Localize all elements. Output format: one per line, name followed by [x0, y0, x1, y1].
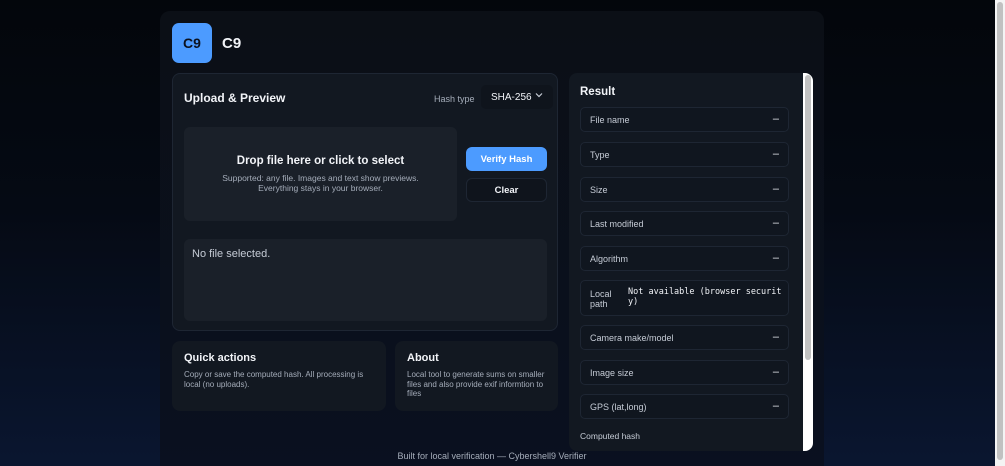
preview-status-text: No file selected. [192, 248, 271, 260]
hash-type-label: Hash type [434, 94, 475, 104]
clear-button[interactable]: Clear [466, 178, 547, 202]
quick-actions-title: Quick actions [184, 352, 257, 364]
hash-type-value: SHA-256 [491, 91, 532, 103]
chevron-down-icon [535, 93, 543, 98]
result-row-value: – [772, 183, 779, 195]
quick-actions-text: Copy or save the computed hash. All proc… [184, 370, 364, 389]
result-row-label: Type [590, 150, 610, 160]
result-scroll-thumb[interactable] [805, 75, 811, 360]
result-row-algorithm: Algorithm – [580, 246, 789, 271]
quick-actions-card: Quick actions Copy or save the computed … [172, 341, 386, 411]
result-row-value: Not available (browser security) [628, 287, 782, 307]
result-row-image-size: Image size – [580, 360, 789, 385]
footer-text: Built for local verification — Cybershel… [397, 451, 587, 461]
result-row-file-name: File name – [580, 107, 789, 132]
result-row-label: Last modified [590, 219, 644, 229]
result-row-value: – [772, 252, 779, 264]
brand-logo: C9 [172, 23, 212, 63]
result-row-gps: GPS (lat,long) – [580, 394, 789, 419]
result-row-label: Local path [590, 289, 612, 309]
hash-type-select[interactable]: SHA-256 [481, 85, 553, 109]
upload-preview-card: Upload & Preview Hash type SHA-256 Drop … [172, 73, 558, 331]
dropzone-title: Drop file here or click to select [236, 155, 405, 167]
result-panel: Result File name – Type – Size – Last mo… [569, 73, 813, 451]
result-row-type: Type – [580, 142, 789, 167]
about-title: About [407, 352, 439, 364]
file-dropzone[interactable]: Drop file here or click to select Suppor… [184, 127, 457, 221]
result-row-label: Image size [590, 368, 634, 378]
result-scrollbar[interactable] [803, 73, 813, 451]
file-preview: No file selected. [184, 239, 547, 321]
verify-hash-button[interactable]: Verify Hash [466, 147, 547, 171]
result-row-local-path: Local path Not available (browser securi… [580, 280, 789, 316]
result-row-label: Camera make/model [590, 333, 674, 343]
computed-hash-label: Computed hash [580, 431, 641, 441]
page-scroll-thumb[interactable] [997, 2, 1003, 460]
result-row-label: Size [590, 185, 608, 195]
result-row-value: – [772, 217, 779, 229]
about-card: About Local tool to generate sums on sma… [395, 341, 558, 411]
result-row-last-modified: Last modified – [580, 211, 789, 236]
page-scrollbar[interactable] [995, 0, 1005, 466]
app-container: C9 C9 Upload & Preview Hash type SHA-256… [160, 11, 824, 466]
result-row-label: GPS (lat,long) [590, 402, 647, 412]
result-row-value: – [772, 400, 779, 412]
brand: C9 C9 [172, 23, 241, 63]
result-row-value: – [772, 113, 779, 125]
result-row-size: Size – [580, 177, 789, 202]
about-text: Local tool to generate sums on smaller f… [407, 370, 545, 398]
result-row-value: – [772, 148, 779, 160]
result-row-value: – [772, 331, 779, 343]
result-row-label: Algorithm [590, 254, 629, 264]
result-title: Result [580, 86, 616, 98]
result-row-value: – [772, 366, 779, 378]
result-row-label: File name [590, 115, 630, 125]
dropzone-subtitle: Supported: any file. Images and text sho… [222, 173, 419, 193]
upload-title: Upload & Preview [184, 91, 286, 105]
result-row-camera: Camera make/model – [580, 325, 789, 350]
brand-name: C9 [222, 34, 242, 52]
